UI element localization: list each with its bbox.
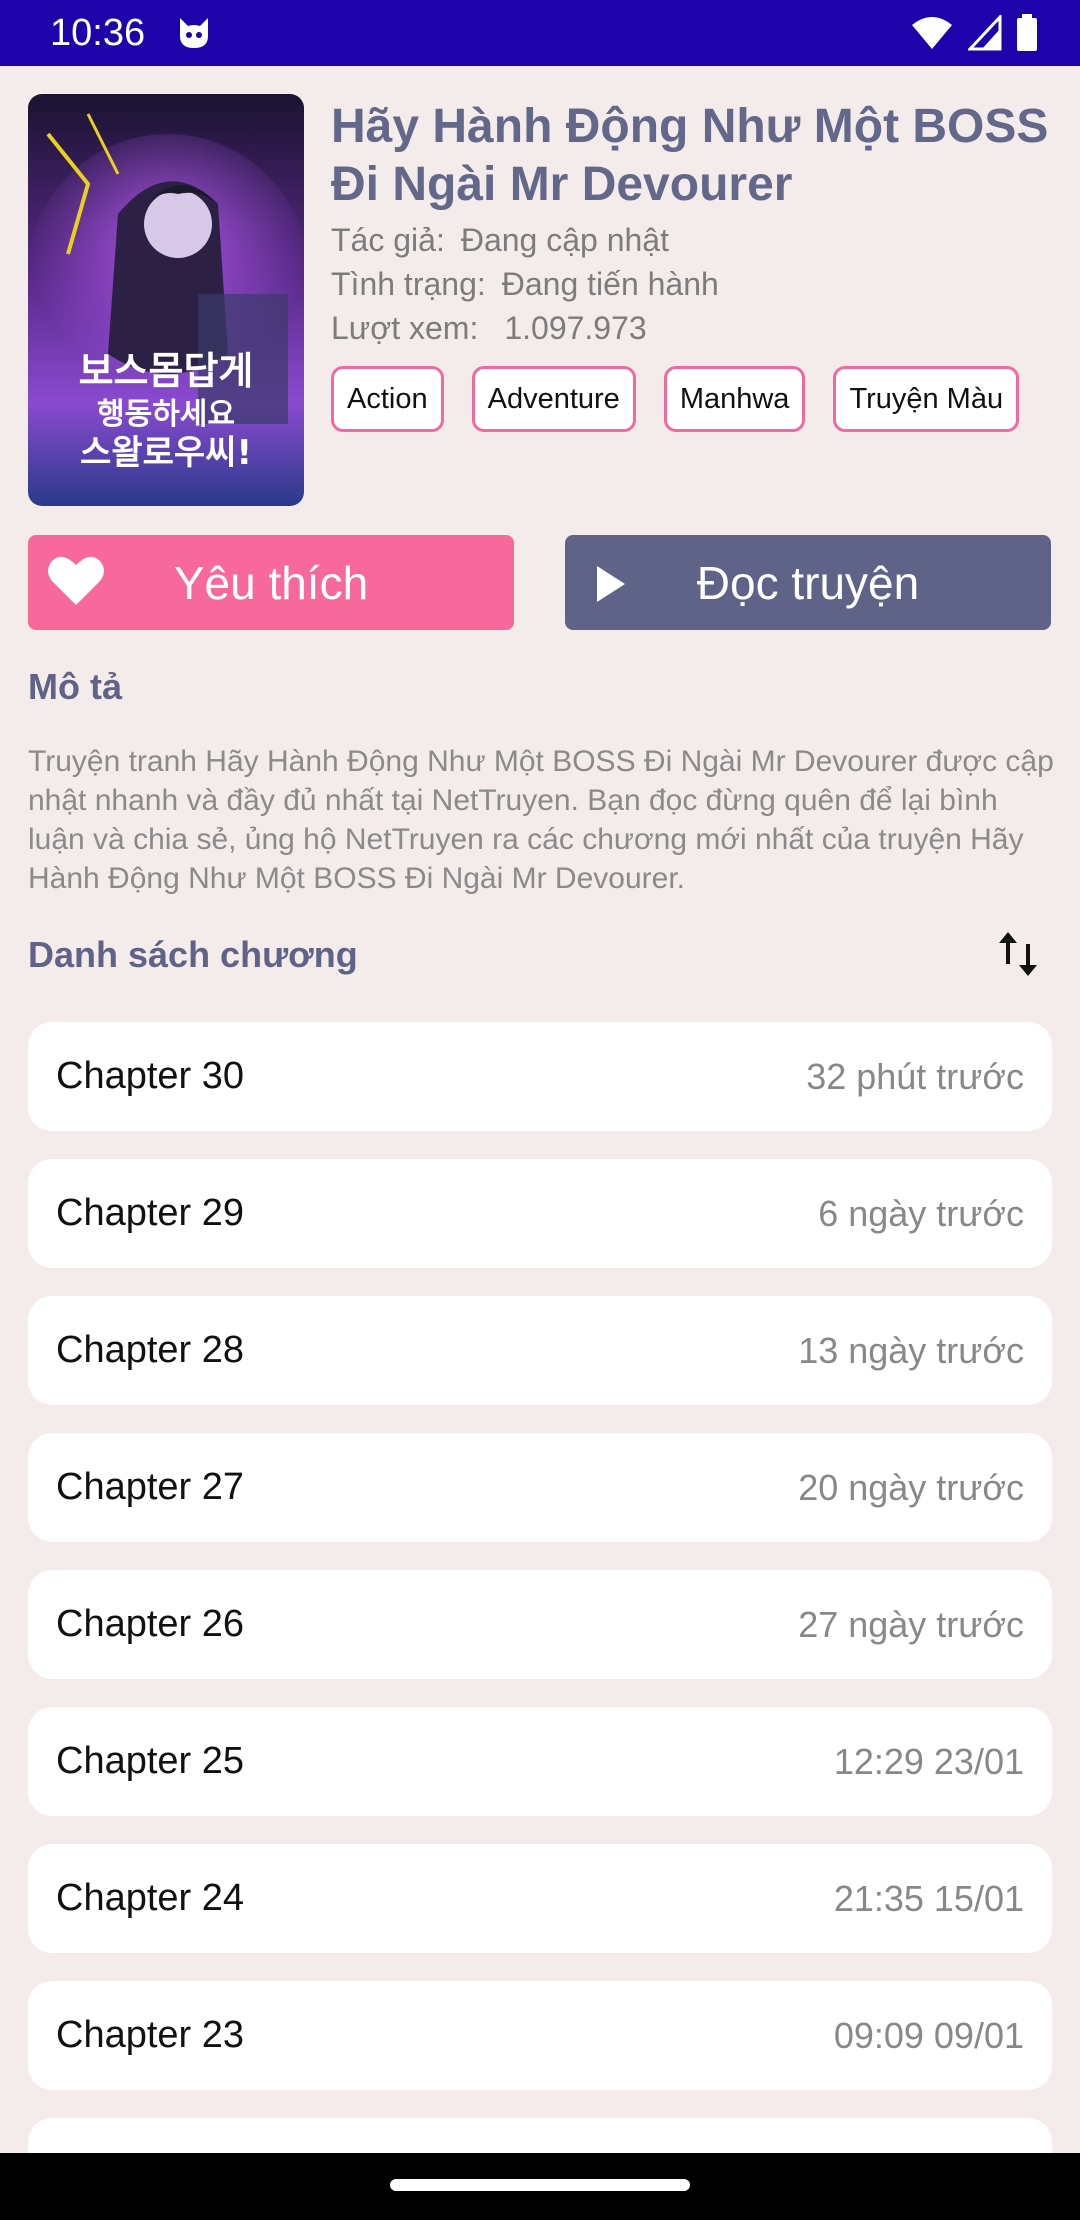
cat-notification-icon	[176, 16, 212, 50]
author-label: Tác giả:	[331, 222, 445, 258]
chapter-time: 09:09 09/01	[833, 2014, 1024, 2056]
tag-manhwa[interactable]: Manhwa	[663, 366, 806, 432]
chapter-name: Chapter 28	[56, 1329, 245, 1371]
chapter-time: 13 ngày trước	[798, 1329, 1024, 1371]
chapter-time: 6 ngày trước	[818, 1192, 1024, 1234]
status-value: Đang tiến hành	[501, 266, 719, 302]
chapter-list-heading: Danh sách chương	[28, 934, 358, 975]
chapter-row[interactable]: Chapter 25 12:29 23/01	[28, 1707, 1052, 1816]
chapter-name: Chapter 25	[56, 1740, 245, 1782]
author-row: Tác giả: Đang cập nhật	[331, 222, 669, 259]
chapter-row[interactable]: Chapter 30 32 phút trước	[28, 1022, 1052, 1131]
sort-icon[interactable]	[996, 928, 1040, 980]
description-text: Truyện tranh Hãy Hành Động Như Một BOSS …	[28, 745, 1054, 895]
status-label: Tình trạng:	[331, 266, 486, 302]
chapter-name: Chapter 24	[56, 1877, 245, 1919]
author-value: Đang cập nhật	[460, 222, 669, 258]
chapter-time: 21:35 15/01	[833, 1877, 1024, 1919]
views-row: Lượt xem: 1.097.973	[331, 310, 647, 347]
navigation-bar	[0, 2153, 1080, 2220]
status-time: 10:36	[50, 12, 146, 54]
genre-tags: Action Adventure Manhwa Truyện Màu	[331, 366, 1020, 432]
chapter-name: Chapter 29	[56, 1192, 245, 1234]
favorite-button[interactable]: Yêu thích	[28, 535, 514, 630]
tag-action[interactable]: Action	[331, 366, 444, 432]
svg-text:보스몸답게: 보스몸답게	[79, 349, 254, 393]
chapter-name: Chapter 27	[56, 1466, 245, 1508]
home-gesture-handle[interactable]	[390, 2179, 690, 2191]
chapter-row[interactable]: Chapter 28 13 ngày trước	[28, 1296, 1052, 1405]
tag-truyen-mau[interactable]: Truyện Màu	[833, 366, 1020, 432]
svg-text:행동하세요: 행동하세요	[97, 397, 235, 432]
status-row: Tình trạng: Đang tiến hành	[331, 266, 719, 303]
status-icons	[910, 13, 1038, 57]
chapter-time: 20 ngày trước	[798, 1466, 1024, 1508]
chapter-name: Chapter 26	[56, 1603, 245, 1645]
comic-title: Hãy Hành Động Như Một BOSS Đi Ngài Mr De…	[331, 100, 1049, 211]
chapter-row[interactable]: Chapter 27 20 ngày trước	[28, 1433, 1052, 1542]
description-heading: Mô tả	[28, 666, 122, 707]
wifi-icon	[910, 15, 954, 56]
chapter-name: Chapter 30	[56, 1055, 245, 1097]
svg-text:스왈로우씨!: 스왈로우씨!	[80, 433, 252, 473]
views-value: 1.097.973	[504, 310, 647, 346]
chapter-name: Chapter 23	[56, 2014, 245, 2056]
battery-icon	[1016, 14, 1038, 57]
signal-icon	[966, 13, 1002, 56]
views-label: Lượt xem:	[331, 310, 479, 346]
chapter-row[interactable]: Chapter 23 09:09 09/01	[28, 1981, 1052, 2090]
chapter-row[interactable]: Chapter 26 27 ngày trước	[28, 1570, 1052, 1679]
tag-adventure[interactable]: Adventure	[471, 366, 636, 432]
status-bar: 10:36	[0, 0, 1080, 66]
chapter-list: Chapter 30 32 phút trước Chapter 29 6 ng…	[28, 1022, 1052, 2220]
chapter-row[interactable]: Chapter 29 6 ngày trước	[28, 1159, 1052, 1268]
read-button[interactable]: Đọc truyện	[565, 535, 1051, 630]
read-label: Đọc truyện	[696, 556, 920, 609]
favorite-label: Yêu thích	[173, 556, 369, 609]
chapter-time: 32 phút trước	[806, 1055, 1024, 1097]
chapter-time: 27 ngày trước	[798, 1603, 1024, 1645]
comic-cover-image: 보스몸답게 행동하세요 스왈로우씨!	[28, 94, 304, 506]
heart-icon	[46, 553, 106, 620]
chapter-time: 12:29 23/01	[833, 1740, 1024, 1782]
play-icon	[595, 561, 627, 615]
chapter-row[interactable]: Chapter 24 21:35 15/01	[28, 1844, 1052, 1953]
